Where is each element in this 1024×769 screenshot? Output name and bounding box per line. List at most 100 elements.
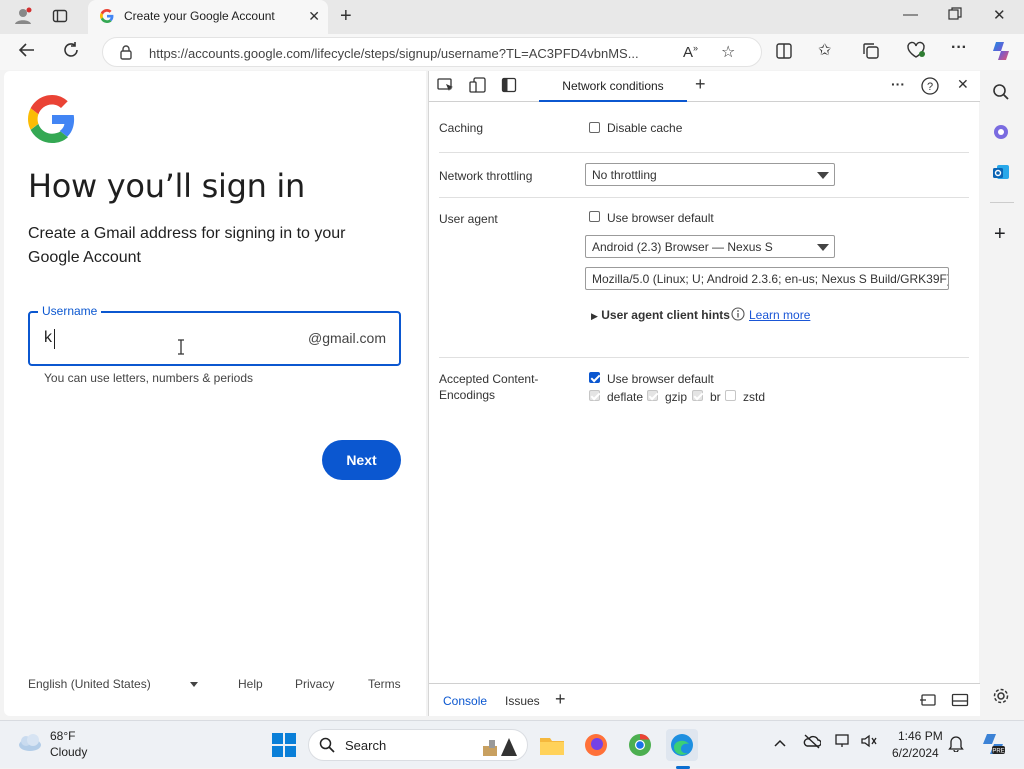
disable-cache-label: Disable cache [607,121,683,135]
collections-icon[interactable] [862,42,880,65]
more-menu-icon[interactable]: ··· [951,39,967,57]
new-tab-icon[interactable]: + [340,5,352,28]
clock-time[interactable]: 1:46 PM [898,729,943,743]
gmail-suffix: @gmail.com [307,330,386,346]
zstd-checkbox [725,390,736,401]
split-screen-icon[interactable] [775,42,793,65]
language-selector[interactable]: English (United States) [28,677,199,691]
volume-icon[interactable] [860,733,878,752]
device-emulation-icon[interactable] [469,77,487,96]
br-checkbox [692,390,703,401]
caching-label: Caching [439,121,484,135]
settings-gear-icon[interactable] [992,687,1010,710]
toggle-sidebar-icon[interactable] [501,77,517,96]
search-placeholder: Search [345,738,387,753]
back-icon[interactable] [18,41,36,64]
chevron-up-icon[interactable] [774,736,786,750]
profile-icon[interactable] [14,7,32,29]
throttling-select[interactable]: No throttling [585,163,835,186]
next-button[interactable]: Next [322,440,401,480]
devtools-more-icon[interactable]: ··· [891,76,905,92]
taskbar-search[interactable]: Search [308,729,528,761]
refresh-icon[interactable] [62,41,80,64]
weather-temp[interactable]: 68°F [50,729,75,743]
page-subtitle: Create a Gmail address for signing in to… [28,225,346,266]
close-tab-icon[interactable]: ✕ [308,8,320,25]
close-devtools-icon[interactable]: ✕ [957,76,969,93]
encodings-default-checkbox[interactable] [589,372,600,383]
network-icon[interactable] [834,733,852,752]
firefox-icon[interactable] [580,729,612,761]
search-icon[interactable] [992,83,1010,106]
drawer-layout-icon[interactable] [951,692,969,711]
onedrive-icon[interactable] [803,733,822,752]
encodings-default-label: Use browser default [607,372,714,386]
dock-icon[interactable] [919,692,937,711]
clock-date[interactable]: 6/2/2024 [892,746,939,760]
restore-icon[interactable] [948,7,962,25]
read-aloud-icon[interactable]: A» [683,43,698,61]
outlook-icon[interactable] [992,163,1010,186]
favorites-icon[interactable]: ✩ [818,40,831,60]
help-icon[interactable]: ? [921,77,939,98]
weather-desc[interactable]: Cloudy [50,745,87,759]
client-hints-toggle[interactable]: ▶ User agent client hints [591,308,730,322]
windows-start-icon[interactable] [272,733,296,760]
add-sidebar-app-icon[interactable]: + [994,223,1006,246]
add-drawer-tab-icon[interactable]: + [555,689,566,710]
chrome-icon[interactable] [624,729,656,761]
divider [439,357,969,358]
zstd-label: zstd [743,390,766,404]
privacy-link[interactable]: Privacy [295,677,334,691]
weather-icon[interactable] [16,731,44,756]
br-label: br [710,390,721,404]
gzip-checkbox [647,390,658,401]
ua-browser-default-label: Use browser default [607,211,714,225]
deflate-checkbox [589,390,600,401]
help-link[interactable]: Help [238,677,263,691]
username-label: Username [38,304,102,318]
username-field[interactable]: Username k @gmail.com [28,304,401,366]
close-window-icon[interactable]: ✕ [993,6,1006,24]
performance-icon[interactable] [906,41,926,64]
info-icon[interactable] [731,307,745,324]
navigation-bar: https://accounts.google.com/lifecycle/st… [0,34,1024,70]
favorite-star-icon[interactable]: ☆ [721,42,735,62]
divider [990,202,1014,203]
inspect-element-icon[interactable] [437,77,455,96]
user-agent-select-value: Android (2.3) Browser — Nexus S [592,240,773,254]
tab-issues[interactable]: Issues [505,694,540,708]
throttling-label: Network throttling [439,169,533,183]
username-input[interactable]: k [44,329,52,347]
browser-tab[interactable]: Create your Google Account ✕ [88,0,328,34]
terms-link[interactable]: Terms [368,677,401,691]
file-explorer-icon[interactable] [536,729,568,761]
ua-browser-default-checkbox[interactable] [589,211,600,222]
user-agent-select[interactable]: Android (2.3) Browser — Nexus S [585,235,835,258]
minimize-icon[interactable]: — [903,6,918,23]
deflate-label: deflate [607,390,644,404]
tab-console[interactable]: Console [443,694,487,708]
address-bar[interactable]: https://accounts.google.com/lifecycle/st… [102,37,762,67]
throttling-value: No throttling [592,168,657,182]
learn-more-link[interactable]: Learn more [749,308,810,322]
text-cursor-icon [176,339,186,360]
tab-actions-icon[interactable] [52,8,68,28]
user-agent-label: User agent [439,212,498,226]
edge-icon[interactable] [666,729,698,761]
copilot-icon[interactable] [990,40,1012,67]
lock-icon[interactable] [119,44,133,65]
disable-cache-checkbox[interactable] [589,122,600,133]
svg-text:?: ? [927,81,933,93]
add-tab-icon[interactable]: + [695,74,706,95]
title-bar: Create your Google Account ✕ + — ✕ [0,0,1024,34]
notification-bell-icon[interactable] [948,734,964,755]
tab-network-conditions[interactable]: Network conditions [539,71,687,102]
google-favicon-icon [100,9,114,23]
copilot-pre-icon[interactable]: PRE [980,731,1006,760]
user-agent-input[interactable]: Mozilla/5.0 (Linux; U; Android 2.3.6; en… [585,267,949,290]
copilot-app-icon[interactable] [992,123,1010,146]
gzip-label: gzip [665,390,688,404]
encodings-label: Accepted Content-Encodings [439,372,539,402]
url-text: https://accounts.google.com/lifecycle/st… [149,46,639,61]
